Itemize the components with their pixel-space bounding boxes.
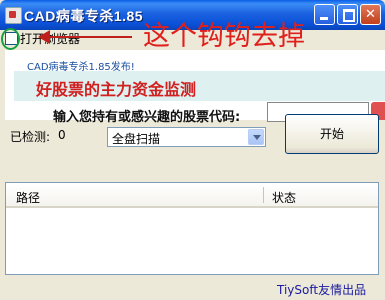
list-header: 路径 状态 <box>6 185 378 208</box>
close-button[interactable]: ✕ <box>360 4 381 25</box>
annotation-text: 这个钩钩去掉 <box>143 21 305 52</box>
annotation-arrow <box>46 36 132 38</box>
column-divider[interactable] <box>263 187 264 203</box>
detected-count: 0 <box>58 128 66 142</box>
column-path[interactable]: 路径 <box>16 189 40 206</box>
stock-prompt: 输入您持有或感兴趣的股票代码: <box>53 110 241 125</box>
minimize-button[interactable] <box>314 4 335 25</box>
maximize-button[interactable] <box>337 4 358 25</box>
detected-label: 已检测: <box>10 130 51 144</box>
banner-title: 好股票的主力资金监测 <box>36 80 197 99</box>
column-status[interactable]: 状态 <box>272 189 296 206</box>
stock-banner[interactable]: 好股票的主力资金监测 <box>14 71 385 101</box>
start-button[interactable]: 开始 <box>285 114 379 154</box>
chevron-down-icon[interactable] <box>248 129 264 145</box>
web-panel: CAD病毒专杀1.85发布! 好股票的主力资金监测 输入您持有或感兴趣的股票代码… <box>5 50 385 125</box>
footer-credit: TiySoft友情出品 <box>277 283 367 297</box>
app-icon <box>5 7 22 24</box>
highlight-circle <box>1 28 20 50</box>
scan-mode-select[interactable]: 全盘扫描 <box>107 127 266 147</box>
open-browser-label[interactable]: 打开浏览器 <box>20 30 80 47</box>
scan-mode-value: 全盘扫描 <box>112 132 161 146</box>
window-title: CAD病毒专杀1.85 <box>24 8 144 24</box>
results-list[interactable]: 路径 状态 <box>5 182 379 275</box>
